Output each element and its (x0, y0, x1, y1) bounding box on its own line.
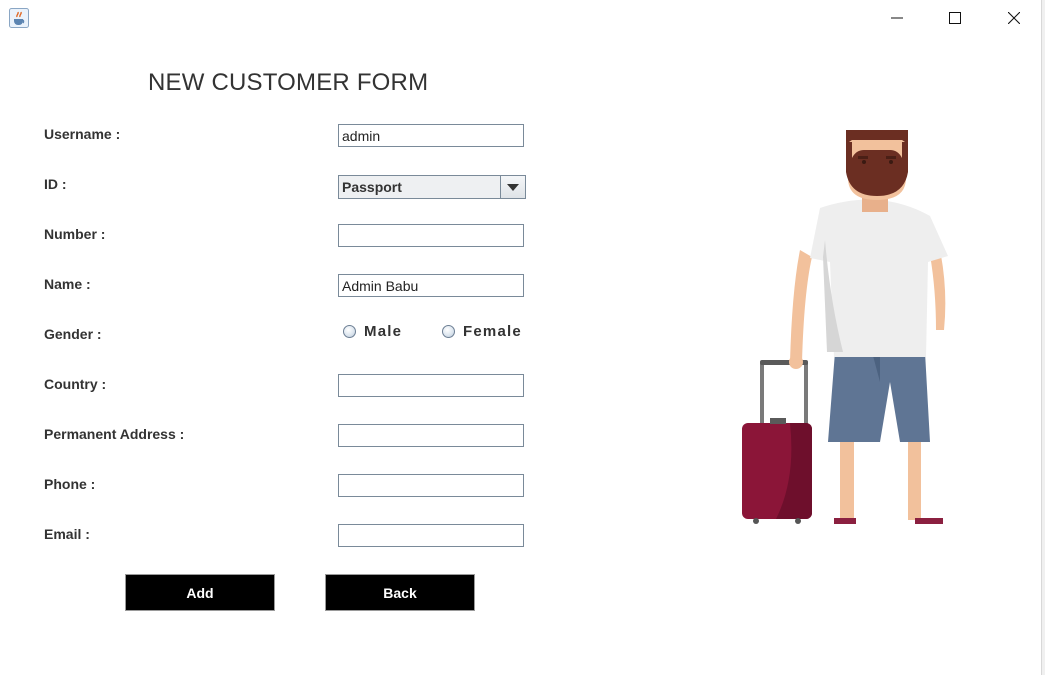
id-type-value: Passport (342, 179, 402, 195)
add-button[interactable]: Add (125, 574, 275, 611)
gender-female-label: Female (463, 323, 522, 340)
username-field[interactable] (338, 124, 524, 147)
chevron-down-icon[interactable] (500, 176, 525, 198)
close-button[interactable] (991, 0, 1037, 36)
gender-male-radio[interactable]: Male (343, 323, 402, 340)
back-button[interactable]: Back (325, 574, 475, 611)
close-icon (1008, 12, 1020, 24)
name-field[interactable] (338, 274, 524, 297)
email-label: Email : (44, 526, 90, 542)
minimize-icon (891, 17, 903, 19)
username-label: Username : (44, 126, 121, 142)
form-title: NEW CUSTOMER FORM (148, 69, 429, 96)
address-label: Permanent Address : (44, 426, 185, 442)
maximize-icon (949, 12, 961, 24)
radio-button-icon[interactable] (442, 325, 455, 338)
number-field[interactable] (338, 224, 524, 247)
gender-male-label: Male (364, 323, 403, 340)
maximize-button[interactable] (932, 0, 978, 36)
id-label: ID : (44, 176, 67, 192)
country-label: Country : (44, 376, 107, 392)
gender-label: Gender : (44, 326, 102, 342)
radio-button-icon[interactable] (343, 325, 356, 338)
phone-field[interactable] (338, 474, 524, 497)
name-label: Name : (44, 276, 91, 292)
java-cup-icon (9, 8, 29, 28)
country-field[interactable] (338, 374, 524, 397)
address-field[interactable] (338, 424, 524, 447)
window-border (1041, 0, 1045, 675)
gender-female-radio[interactable]: Female (442, 323, 522, 340)
number-label: Number : (44, 226, 106, 242)
minimize-button[interactable] (874, 0, 920, 36)
phone-label: Phone : (44, 476, 96, 492)
traveler-with-suitcase-illustration (742, 130, 948, 524)
email-field[interactable] (338, 524, 524, 547)
id-type-select[interactable]: Passport (338, 175, 526, 199)
